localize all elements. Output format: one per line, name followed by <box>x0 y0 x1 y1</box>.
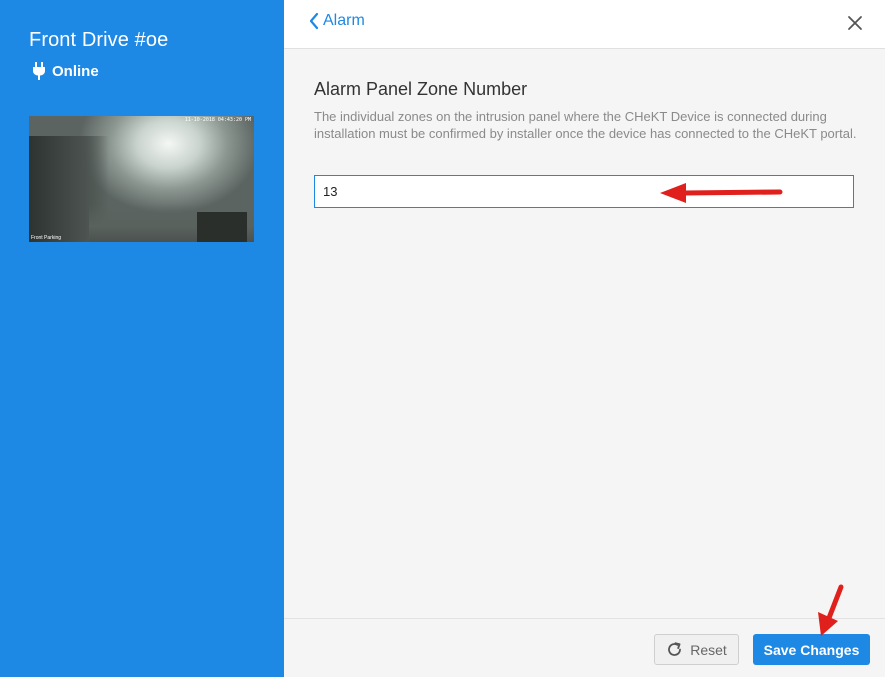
plug-icon <box>33 62 45 80</box>
close-icon[interactable] <box>847 15 863 31</box>
settings-panel: Alarm Alarm Panel Zone Number The indivi… <box>284 0 885 677</box>
save-changes-button[interactable]: Save Changes <box>753 634 870 665</box>
panel-footer: Reset Save Changes <box>284 618 885 677</box>
device-sidebar: Front Drive #oe Online 11-10-2018 04:43:… <box>0 0 284 677</box>
status-indicator: Online <box>32 62 99 80</box>
device-name: Front Drive #oe <box>29 29 169 51</box>
panel-header: Alarm <box>284 0 885 49</box>
camera-timestamp: 11-10-2018 04:43:20 PM <box>184 117 251 123</box>
refresh-icon <box>668 642 682 656</box>
chevron-left-icon <box>309 12 319 30</box>
reset-button[interactable]: Reset <box>654 634 739 665</box>
camera-label: Front Parking <box>31 235 62 241</box>
back-label: Alarm <box>323 12 365 29</box>
status-label: Online <box>52 62 99 80</box>
camera-post <box>197 212 247 242</box>
annotation-arrow-icon <box>660 183 783 203</box>
reset-label: Reset <box>690 641 727 658</box>
camera-snapshot[interactable]: 11-10-2018 04:43:20 PM Front Parking <box>29 116 254 242</box>
back-button[interactable]: Alarm <box>308 12 365 30</box>
field-title: Alarm Panel Zone Number <box>314 79 528 99</box>
field-description: The individual zones on the intrusion pa… <box>314 109 857 141</box>
annotation-arrow-icon <box>818 584 844 636</box>
